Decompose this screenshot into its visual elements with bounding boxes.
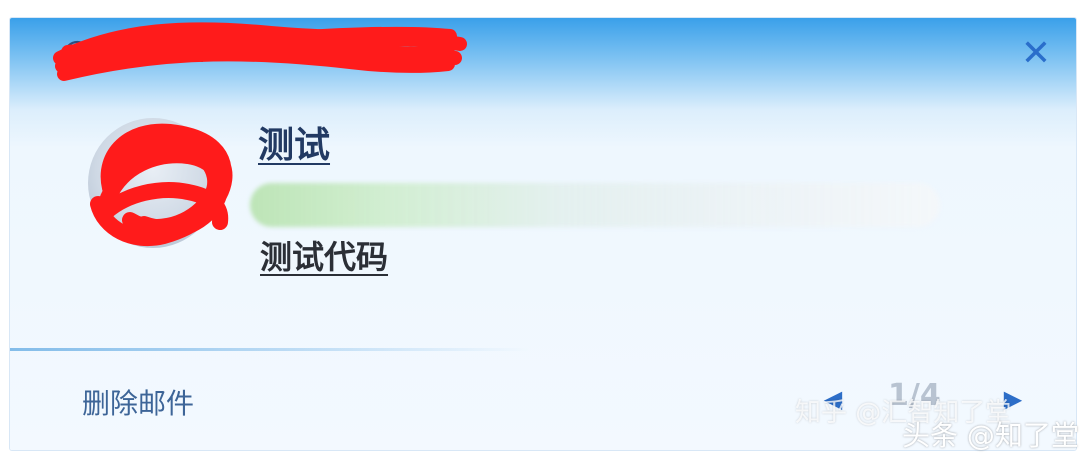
prev-page-button[interactable]: ◀ <box>818 384 848 414</box>
recipient-email-text: @qq.com <box>62 34 206 70</box>
chevron-left-icon: ◀ <box>823 385 843 413</box>
page-indicator: 1/4 <box>888 378 941 413</box>
delete-email-button[interactable]: 删除邮件 <box>82 382 194 422</box>
email-notification-popup: @qq.com ✕ 测试 测试代码 删除邮件 ◀ 1/4 ▶ <box>10 18 1076 450</box>
sender-name[interactable]: 测试 <box>258 116 330 168</box>
pager: ◀ 1/4 ▶ <box>818 374 1022 424</box>
chevron-right-icon: ▶ <box>1003 385 1023 413</box>
redacted-preview-blur <box>250 183 940 227</box>
close-icon: ✕ <box>1020 33 1052 74</box>
divider-line <box>10 348 530 351</box>
close-button[interactable]: ✕ <box>1014 32 1058 76</box>
email-subject-link[interactable]: 测试代码 <box>260 232 388 278</box>
next-page-button[interactable]: ▶ <box>998 384 1028 414</box>
avatar <box>88 118 218 248</box>
recipient-email: @qq.com <box>62 28 206 76</box>
